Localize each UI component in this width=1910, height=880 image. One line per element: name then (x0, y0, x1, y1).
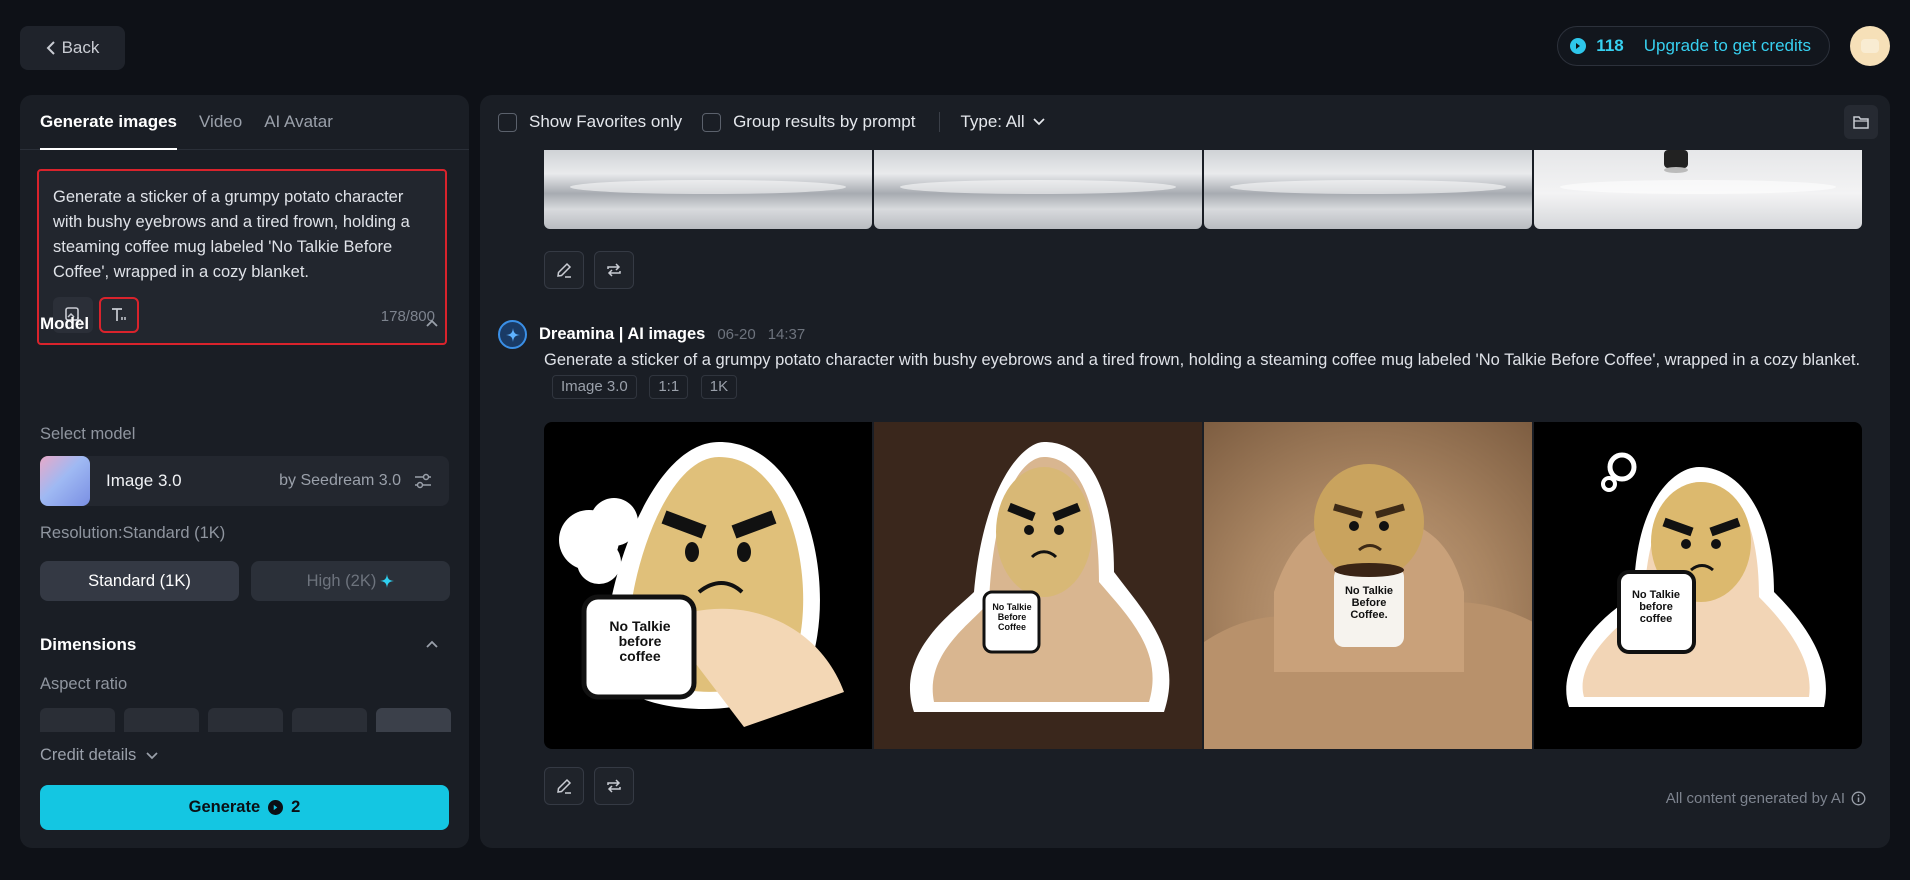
back-button[interactable]: Back (20, 26, 125, 70)
credits-pill[interactable]: 118 Upgrade to get credits (1557, 26, 1830, 66)
chevron-up-icon[interactable] (425, 316, 439, 330)
regenerate-button[interactable] (594, 251, 634, 289)
resolution-standard-button[interactable]: Standard (1K) (40, 561, 239, 601)
mug-label: No Talkie Before Coffee (992, 602, 1032, 632)
credit-coin-icon (268, 800, 284, 815)
chevron-down-icon (1033, 118, 1045, 126)
aspect-option[interactable] (292, 708, 367, 732)
aspect-ratio-options (40, 708, 451, 732)
chevron-left-icon (46, 41, 56, 55)
previous-results-row (544, 150, 1862, 229)
chevron-up-icon[interactable] (425, 637, 439, 651)
resolution-label: Resolution:Standard (1K) (40, 524, 226, 542)
repeat-icon (605, 778, 623, 794)
pencil-icon (556, 262, 572, 278)
edit-button[interactable] (544, 251, 584, 289)
mug-label: No Talkie Before Coffee. (1344, 585, 1394, 621)
select-model-label: Select model (40, 425, 136, 443)
left-panel: Generate images Video AI Avatar Generate… (20, 95, 469, 848)
generated-image[interactable]: No Talkie before coffee (544, 422, 872, 749)
back-label: Back (61, 38, 100, 57)
generate-cost: 2 (291, 798, 301, 816)
credit-details-label: Credit details (40, 746, 137, 764)
aspect-option[interactable] (40, 708, 115, 732)
generate-label: Generate (188, 798, 261, 816)
favorites-filter[interactable]: Show Favorites only (498, 112, 682, 132)
aspect-option-selected[interactable] (376, 708, 451, 732)
generated-image[interactable]: No Talkie Before Coffee. (1204, 422, 1532, 749)
dreamina-logo-icon (498, 320, 527, 349)
sliders-icon[interactable] (413, 472, 433, 490)
result-image[interactable] (1534, 150, 1862, 229)
generated-image[interactable]: No Talkie before coffee (1534, 422, 1862, 749)
tab-ai-avatar[interactable]: AI Avatar (264, 95, 333, 150)
credit-details-toggle[interactable]: Credit details (40, 746, 158, 765)
divider (939, 112, 941, 132)
model-name: Image 3.0 (106, 471, 182, 490)
type-label: Type: All (960, 112, 1025, 131)
mug-label: No Talkie before coffee (609, 618, 671, 664)
folder-icon (1853, 115, 1869, 129)
group-filter[interactable]: Group results by prompt (702, 112, 915, 132)
text-style-button[interactable] (99, 297, 139, 333)
tag-ratio: 1:1 (649, 375, 689, 399)
text-format-icon (110, 306, 128, 324)
upgrade-link[interactable]: Upgrade to get credits (1644, 36, 1811, 56)
mug-label: No Talkie before coffee (1631, 589, 1681, 625)
filter-bar: Show Favorites only Group results by pro… (498, 112, 1065, 132)
model-selector[interactable]: Image 3.0 by Seedream 3.0 (40, 456, 449, 506)
account-area: 118 Upgrade to get credits (1557, 26, 1890, 66)
avatar[interactable] (1850, 26, 1890, 66)
type-dropdown[interactable]: Type: All (960, 112, 1045, 132)
generation-header: Dreamina | AI images 06-20 14:37 (498, 320, 805, 349)
prompt-text[interactable]: Generate a sticker of a grumpy potato ch… (53, 185, 431, 285)
regenerate-button[interactable] (594, 767, 634, 805)
generation-source: Dreamina | AI images (539, 325, 706, 343)
resolution-high-button[interactable]: High (2K) (251, 561, 450, 601)
group-checkbox[interactable] (702, 112, 722, 132)
group-label: Group results by prompt (733, 112, 916, 131)
folder-button[interactable] (1844, 105, 1878, 139)
repeat-icon (605, 262, 623, 278)
tag-resolution: 1K (700, 375, 738, 399)
edit-button[interactable] (544, 767, 584, 805)
model-provider: by Seedream 3.0 (279, 472, 401, 489)
result-image[interactable] (544, 150, 872, 229)
model-thumbnail (40, 456, 90, 506)
model-heading: Model (40, 314, 90, 333)
credit-count: 118 (1596, 36, 1624, 55)
tag-model: Image 3.0 (552, 375, 637, 399)
favorites-label: Show Favorites only (529, 112, 683, 131)
resolution-high-label: High (2K) (306, 571, 377, 590)
mode-tabs: Generate images Video AI Avatar (20, 95, 469, 150)
aspect-option[interactable] (208, 708, 283, 732)
ai-disclaimer-text: All content generated by AI (1665, 790, 1845, 807)
results-panel: Show Favorites only Group results by pro… (480, 95, 1890, 848)
sparkle-icon (380, 574, 395, 588)
result-image[interactable] (874, 150, 1202, 229)
generated-images-row: No Talkie before coffee No Talkie Before… (544, 422, 1862, 749)
result-image[interactable] (1204, 150, 1532, 229)
aspect-option[interactable] (124, 708, 199, 732)
chevron-down-icon (146, 751, 158, 760)
generation-prompt: Generate a sticker of a grumpy potato ch… (544, 347, 1874, 399)
tab-video[interactable]: Video (199, 95, 242, 150)
generate-button[interactable]: Generate 2 (40, 785, 449, 830)
dimensions-heading: Dimensions (40, 635, 137, 654)
prompt-input[interactable]: Generate a sticker of a grumpy potato ch… (37, 169, 447, 345)
pencil-icon (556, 778, 572, 794)
tab-generate-images[interactable]: Generate images (40, 95, 178, 150)
generation-date: 06-20 (717, 326, 756, 343)
credit-coin-icon (1570, 38, 1587, 54)
generation-time: 14:37 (767, 326, 806, 343)
favorites-checkbox[interactable] (498, 112, 517, 132)
generated-image[interactable]: No Talkie Before Coffee (874, 422, 1202, 749)
generation-prompt-text: Generate a sticker of a grumpy potato ch… (544, 351, 1861, 369)
aspect-ratio-label: Aspect ratio (40, 675, 128, 693)
ai-disclaimer: All content generated by AI (1666, 790, 1866, 807)
info-icon[interactable] (1851, 791, 1866, 806)
